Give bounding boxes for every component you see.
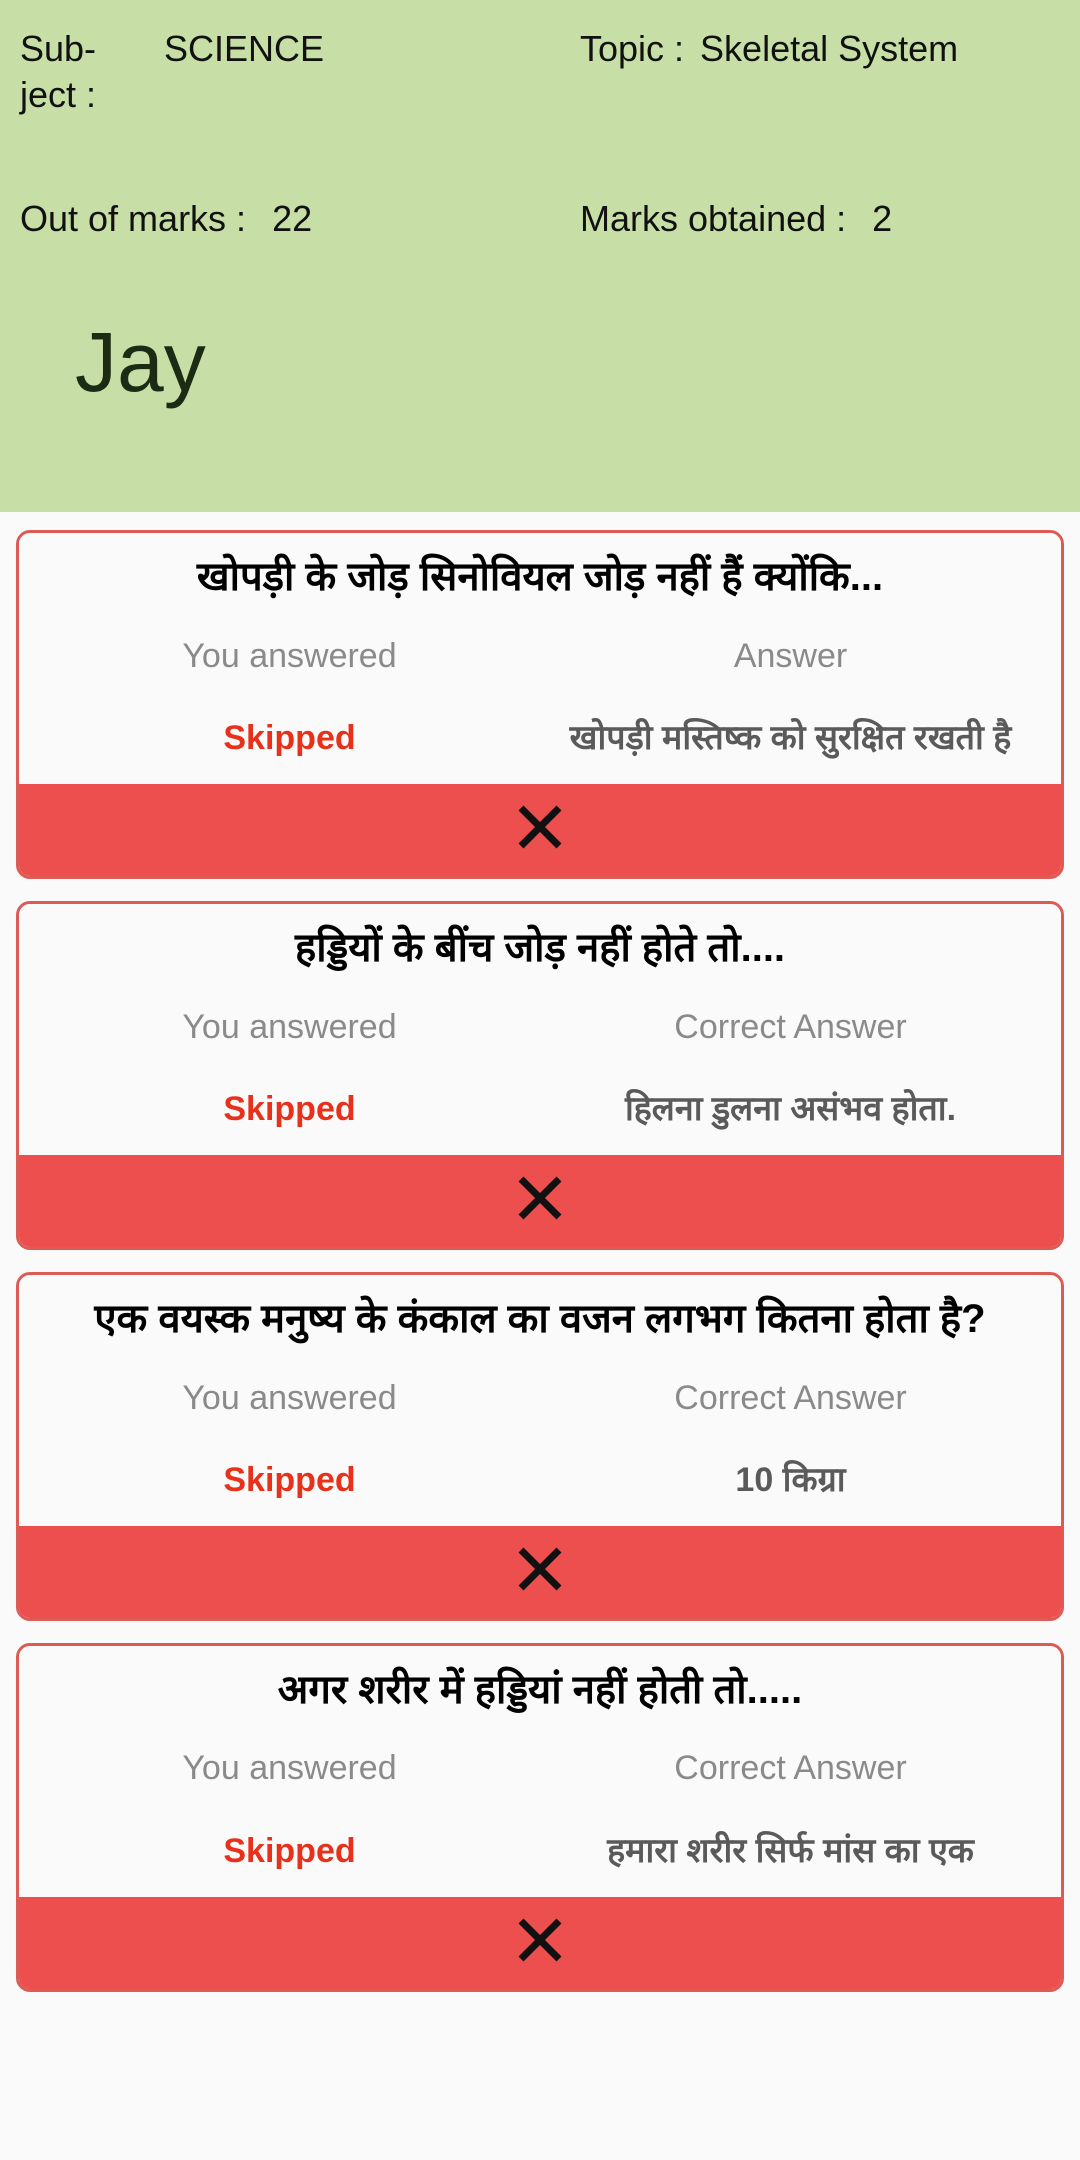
cross-icon (513, 1913, 567, 1972)
your-answer-label: You answered (182, 1749, 397, 1788)
question-result-list: खोपड़ी के जोड़ सिनोवियल जोड़ नहीं हैं क्… (0, 512, 1080, 1992)
status-footer (19, 1154, 1061, 1247)
your-answer-column: You answered Skipped (39, 1746, 540, 1874)
cross-icon (513, 1542, 567, 1601)
correct-answer-column: Correct Answer 10 किग्रा (540, 1376, 1041, 1504)
status-footer (19, 1896, 1061, 1989)
correct-answer-label: Correct Answer (674, 1749, 907, 1788)
marks-obtained-field: Marks obtained : 2 (580, 196, 1060, 242)
subject-label-line1: Sub- (20, 28, 97, 69)
correct-answer-label: Correct Answer (674, 1378, 907, 1417)
question-result-card[interactable]: एक वयस्क मनुष्य के कंकाल का वजन लगभग कित… (16, 1271, 1064, 1621)
topic-field: Topic : Skeletal System (580, 26, 1060, 72)
question-result-card[interactable]: हड्डियों के बींच जोड़ नहीं होते तो.... Y… (16, 900, 1064, 1250)
your-answer-column: You answered Skipped (39, 1005, 540, 1133)
out-of-marks-value: 22 (272, 198, 313, 240)
subject-topic-row: Sub- ject : SCIENCE Topic : Skeletal Sys… (20, 26, 1060, 118)
correct-answer-label: Answer (733, 636, 848, 675)
marks-obtained-label: Marks obtained : (580, 198, 847, 240)
correct-answer-value: खोपड़ी मस्तिष्क को सुरक्षित रखती है (569, 718, 1012, 757)
out-of-marks-label: Out of marks : (20, 198, 247, 240)
question-text: हड्डियों के बींच जोड़ नहीं होते तो.... (294, 925, 786, 970)
out-of-marks-field: Out of marks : 22 (20, 196, 580, 242)
question-result-card[interactable]: अगर शरीर में हड्डियां नहीं होती तो..... … (16, 1642, 1064, 1992)
answer-grid: You answered Skipped Correct Answer हिलन… (39, 1005, 1041, 1133)
your-answer-value: Skipped (223, 1460, 356, 1499)
your-answer-value: Skipped (223, 1089, 356, 1128)
card-body: एक वयस्क मनुष्य के कंकाल का वजन लगभग कित… (19, 1274, 1061, 1526)
subject-field: Sub- ject : SCIENCE (20, 26, 580, 118)
your-answer-column: You answered Skipped (39, 634, 540, 762)
question-text: अगर शरीर में हड्डियां नहीं होती तो..... (277, 1667, 803, 1712)
cross-icon (513, 1171, 567, 1230)
topic-value: Skeletal System (700, 28, 959, 69)
student-name: Jay (75, 315, 206, 409)
correct-answer-column: Answer खोपड़ी मस्तिष्क को सुरक्षित रखती … (540, 634, 1041, 762)
correct-answer-value: 10 किग्रा (735, 1460, 846, 1499)
cross-icon (513, 800, 567, 859)
question-text: एक वयस्क मनुष्य के कंकाल का वजन लगभग कित… (94, 1296, 986, 1341)
result-summary-header: Sub- ject : SCIENCE Topic : Skeletal Sys… (0, 0, 1080, 512)
marks-row: Out of marks : 22 Marks obtained : 2 (20, 196, 1060, 242)
subject-label: Sub- ject : (20, 26, 148, 118)
status-footer (19, 783, 1061, 876)
question-result-card[interactable]: खोपड़ी के जोड़ सिनोवियल जोड़ नहीं हैं क्… (16, 530, 1064, 879)
correct-answer-column: Correct Answer हिलना डुलना असंभव होता. (540, 1005, 1041, 1133)
card-body: अगर शरीर में हड्डियां नहीं होती तो..... … (19, 1645, 1061, 1897)
your-answer-column: You answered Skipped (39, 1376, 540, 1504)
subject-value: SCIENCE (164, 28, 325, 69)
your-answer-value: Skipped (223, 1831, 356, 1870)
marks-obtained-value: 2 (872, 198, 893, 240)
subject-label-line2: ject : (20, 74, 97, 116)
answer-grid: You answered Skipped Answer खोपड़ी मस्ति… (39, 634, 1041, 762)
status-footer (19, 1525, 1061, 1618)
answer-grid: You answered Skipped Correct Answer हमार… (39, 1746, 1041, 1874)
card-body: हड्डियों के बींच जोड़ नहीं होते तो.... Y… (19, 903, 1061, 1155)
your-answer-label: You answered (182, 1007, 397, 1046)
correct-answer-value: हिलना डुलना असंभव होता. (624, 1089, 957, 1128)
correct-answer-value: हमारा शरीर सिर्फ मांस का एक (607, 1831, 974, 1870)
topic-label: Topic : (580, 28, 685, 69)
your-answer-label: You answered (182, 636, 397, 675)
correct-answer-column: Correct Answer हमारा शरीर सिर्फ मांस का … (540, 1746, 1041, 1874)
your-answer-value: Skipped (223, 718, 356, 757)
question-text: खोपड़ी के जोड़ सिनोवियल जोड़ नहीं हैं क्… (196, 555, 884, 599)
correct-answer-label: Correct Answer (674, 1007, 907, 1046)
answer-grid: You answered Skipped Correct Answer 10 क… (39, 1376, 1041, 1504)
quiz-result-screen: Sub- ject : SCIENCE Topic : Skeletal Sys… (0, 0, 1080, 2160)
card-body: खोपड़ी के जोड़ सिनोवियल जोड़ नहीं हैं क्… (19, 533, 1061, 784)
your-answer-label: You answered (182, 1378, 397, 1417)
